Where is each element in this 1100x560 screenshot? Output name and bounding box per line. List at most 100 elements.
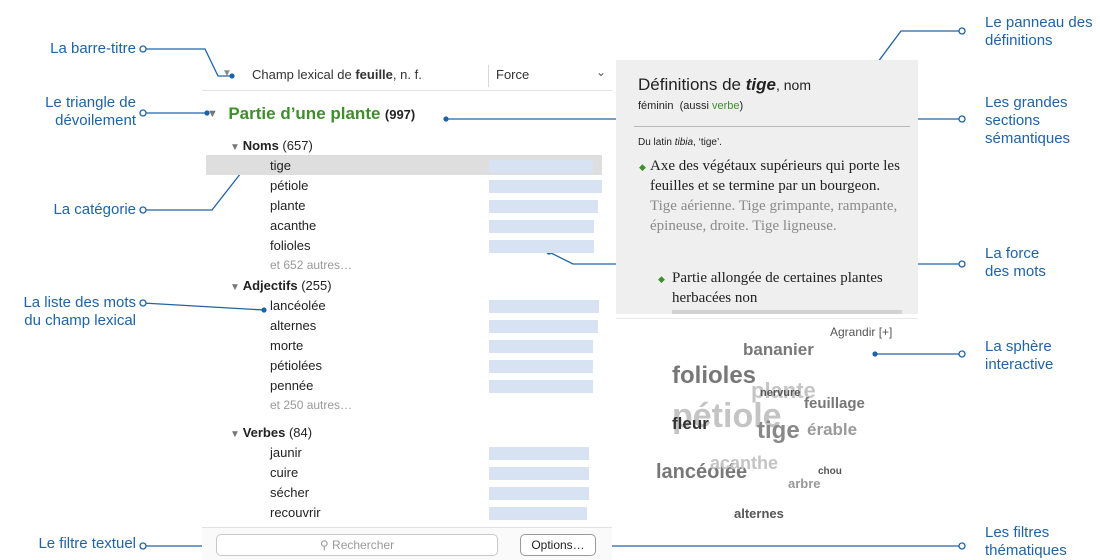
sphere-word[interactable]: chou xyxy=(818,466,842,477)
etymology-word: tibia xyxy=(674,137,694,148)
list-item[interactable]: tige xyxy=(270,158,291,173)
leader-start-circle xyxy=(958,115,966,123)
force-bar xyxy=(489,180,602,193)
definition-aussi-link[interactable]: verbe xyxy=(712,100,740,112)
definition-title-prefix: Définitions de xyxy=(638,75,746,94)
force-bar xyxy=(489,380,593,393)
annotation-barre-titre: La barre-titre xyxy=(50,40,136,57)
annotation-liste-line1: La liste des mots xyxy=(23,294,136,311)
sort-select[interactable]: Force xyxy=(496,67,529,82)
category-name: Adjectifs xyxy=(242,278,298,293)
search-input[interactable]: ⚲ Rechercher xyxy=(216,534,498,556)
sphere-word[interactable]: bananier xyxy=(743,340,814,360)
sphere-word[interactable]: tige xyxy=(757,417,800,445)
annotation-panneau: Le panneau des définitions xyxy=(985,14,1093,50)
category-count: (84) xyxy=(285,425,313,440)
annotation-triangle-line2: dévoilement xyxy=(55,112,136,129)
more-items-link[interactable]: et 250 autres… xyxy=(270,398,352,412)
annotation-sphere-line2: interactive xyxy=(985,356,1054,373)
definition-divider xyxy=(634,126,910,127)
list-item[interactable]: jaunir xyxy=(270,445,302,460)
annotation-panneau-line2: définitions xyxy=(985,32,1053,49)
annotation-triangle: Le triangle de dévoilement xyxy=(45,94,136,130)
annotation-force-line1: La force xyxy=(985,245,1040,262)
force-bar xyxy=(489,487,589,500)
title-word: feuille xyxy=(355,67,393,82)
annotation-sections: Les grandes sections sémantiques xyxy=(985,94,1070,148)
chevron-down-icon[interactable]: ⌄ xyxy=(596,65,606,79)
annotation-liste-line2: du champ lexical xyxy=(24,312,136,329)
force-bar xyxy=(489,240,594,253)
force-bar xyxy=(489,447,589,460)
options-button[interactable]: Options… xyxy=(520,534,596,556)
annotation-filtres-line1: Les filtres xyxy=(985,524,1050,541)
sphere-word[interactable]: alternes xyxy=(734,506,784,521)
annotation-sphere: La sphère interactive xyxy=(985,338,1053,374)
list-item[interactable]: pétiole xyxy=(270,178,308,193)
list-item[interactable]: lancéolée xyxy=(270,298,326,313)
sense-1-text: Axe des végétaux supérieurs qui porte le… xyxy=(650,158,900,194)
search-placeholder: Rechercher xyxy=(332,538,395,552)
annotation-force: La force des mots xyxy=(985,245,1046,281)
leader-start-circle xyxy=(958,350,966,358)
bottom-bar: ⚲ Rechercher Options… xyxy=(202,527,612,560)
sphere-word[interactable]: acanthe xyxy=(710,453,778,474)
more-items-link[interactable]: et 652 autres… xyxy=(270,258,352,272)
definition-gender: féminin xyxy=(638,100,674,112)
list-item[interactable]: pétiolées xyxy=(270,358,322,373)
annotation-force-line2: des mots xyxy=(985,263,1046,280)
title-suffix: , n. f. xyxy=(392,67,422,82)
force-bar xyxy=(489,200,598,213)
list-item[interactable]: folioles xyxy=(270,238,310,253)
category-header[interactable]: ▼ Adjectifs (255) xyxy=(230,278,332,293)
annotation-filtres: Les filtres thématiques xyxy=(985,524,1067,560)
definition-pos: , nom xyxy=(775,77,811,93)
category-disclosure-icon[interactable]: ▼ xyxy=(230,282,243,293)
definition-aussi-suffix: ) xyxy=(739,100,744,112)
force-bar xyxy=(489,300,599,313)
sense-1-examples: Tige aérienne. Tige grimpante, rampante,… xyxy=(650,198,898,234)
list-item[interactable]: plante xyxy=(270,198,305,213)
category-disclosure-icon[interactable]: ▼ xyxy=(230,429,243,440)
annotation-triangle-line1: Le triangle de xyxy=(45,94,136,111)
disclosure-triangle-icon[interactable]: ▼ xyxy=(207,108,218,120)
list-item[interactable]: recouvrir xyxy=(270,505,321,520)
annotation-filtres-line2: thématiques xyxy=(985,542,1067,559)
list-item[interactable]: cuire xyxy=(270,465,298,480)
leader-start-circle xyxy=(139,299,147,307)
subsense-bullet-icon: ◆ xyxy=(658,274,665,284)
title-prefix: Champ lexical de xyxy=(252,67,356,82)
category-header[interactable]: ▼ Noms (657) xyxy=(230,138,313,153)
list-item[interactable]: acanthe xyxy=(270,218,316,233)
category-disclosure-icon[interactable]: ▼ xyxy=(230,142,243,153)
leader-start-circle xyxy=(139,109,147,117)
title-disclosure-icon[interactable]: ▼ xyxy=(222,68,232,79)
leader-start-circle xyxy=(139,542,147,550)
annotation-sections-line1: Les grandes xyxy=(985,94,1068,111)
section-header[interactable]: ▼ Partie d’une plante (997) xyxy=(202,104,415,124)
title-bar: ▼ Champ lexical de feuille, n. f. Force … xyxy=(202,62,612,91)
list-item[interactable]: sécher xyxy=(270,485,309,500)
category-header[interactable]: ▼ Verbes (84) xyxy=(230,425,312,440)
category-name: Verbes xyxy=(242,425,286,440)
list-item[interactable]: pennée xyxy=(270,378,313,393)
agrandir-button[interactable]: Agrandir [+] xyxy=(830,325,892,339)
list-item[interactable]: alternes xyxy=(270,318,316,333)
force-bar xyxy=(489,467,589,480)
sphere-word[interactable]: fleur xyxy=(672,414,709,434)
force-bar xyxy=(489,507,587,520)
leader-end-dot xyxy=(261,307,267,313)
sphere-word[interactable]: érable xyxy=(807,420,857,440)
definition-title: Définitions de tige, nom xyxy=(638,75,811,95)
section-count: (997) xyxy=(384,107,416,122)
leader-start-circle xyxy=(139,206,147,214)
definition-sense-2: Partie allongée de certaines plantes her… xyxy=(672,270,883,306)
force-bar xyxy=(489,160,593,173)
sphere-word[interactable]: arbre xyxy=(788,476,821,491)
definition-aussi-prefix: (aussi xyxy=(679,100,712,112)
list-item[interactable]: morte xyxy=(270,338,303,353)
category-count: (255) xyxy=(297,278,332,293)
sphere-word[interactable]: feuillage xyxy=(804,395,865,412)
search-icon: ⚲ xyxy=(319,538,333,552)
sphere-word[interactable]: folioles xyxy=(672,362,756,390)
